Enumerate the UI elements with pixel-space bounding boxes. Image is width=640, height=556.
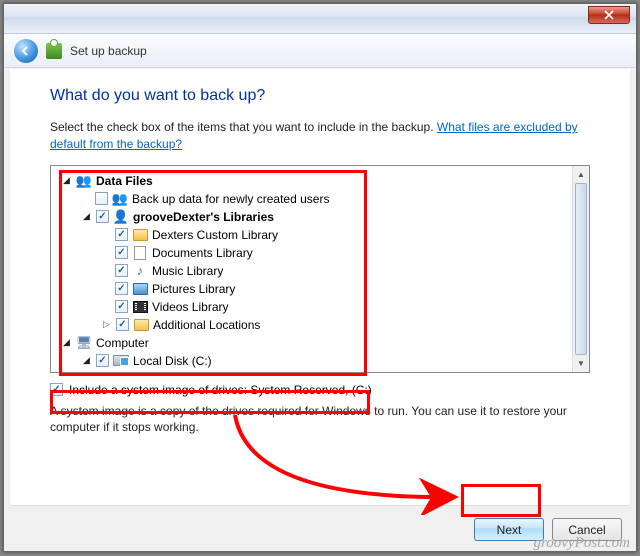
documents-icon	[132, 245, 148, 261]
expander-icon[interactable]: ◢	[81, 355, 92, 366]
description-text: Select the check box of the items that y…	[50, 120, 434, 134]
dialog-window: Set up backup What do you want to back u…	[3, 3, 637, 552]
back-arrow-icon	[20, 45, 32, 57]
user-libraries-icon: 👤	[113, 209, 129, 225]
folder-stack-icon	[133, 317, 149, 333]
header-bar: Set up backup	[4, 34, 636, 68]
checkbox-music-library[interactable]	[115, 264, 128, 277]
pictures-icon	[132, 281, 148, 297]
tree-label: Videos Library	[152, 300, 229, 314]
checkbox-user-libraries[interactable]	[96, 210, 109, 223]
system-image-row: Include a system image of drives: System…	[50, 383, 590, 397]
window-title: Set up backup	[70, 44, 147, 58]
tree-node-computer[interactable]: ◢ 🖥 Computer	[55, 334, 585, 352]
checkbox-additional-locations[interactable]	[116, 318, 129, 331]
checkbox-new-users[interactable]	[95, 192, 108, 205]
tree-scrollbar[interactable]: ▲ ▼	[572, 166, 589, 372]
tree-label: grooveDexter's Libraries	[133, 210, 274, 224]
tree-node-local-disk[interactable]: ◢ Local Disk (C:)	[55, 352, 585, 370]
backup-tree: ◢ 👥 Data Files 👥 Back up data for newly …	[50, 165, 590, 373]
tree-node-additional-locations[interactable]: ▷ Additional Locations	[55, 316, 585, 334]
expander-icon[interactable]: ◢	[61, 175, 72, 186]
tree-label: Computer	[96, 336, 149, 350]
page-heading: What do you want to back up?	[50, 87, 590, 105]
music-icon: ♪	[132, 263, 148, 279]
disk-icon	[113, 353, 129, 369]
tree-node-new-users[interactable]: 👥 Back up data for newly created users	[55, 190, 585, 208]
checkbox-local-disk[interactable]	[96, 354, 109, 367]
videos-icon	[132, 299, 148, 315]
tree-label: Local Disk (C:)	[133, 354, 212, 368]
expander-icon[interactable]: ▷	[101, 319, 112, 330]
content-area: What do you want to back up? Select the …	[10, 69, 630, 505]
tree-label: Pictures Library	[152, 282, 235, 296]
scroll-down-icon[interactable]: ▼	[573, 355, 589, 372]
checkbox-documents-library[interactable]	[115, 246, 128, 259]
tree-node-pictures-library[interactable]: Pictures Library	[55, 280, 585, 298]
page-description: Select the check box of the items that y…	[50, 119, 590, 153]
titlebar	[4, 4, 636, 34]
expander-icon[interactable]: ◢	[81, 211, 92, 222]
watermark: groovyPost.com	[533, 535, 630, 552]
tree-label: Music Library	[152, 264, 223, 278]
tree-node-custom-library[interactable]: Dexters Custom Library	[55, 226, 585, 244]
tree-label: Documents Library	[152, 246, 253, 260]
checkbox-system-image[interactable]	[50, 383, 63, 396]
checkbox-videos-library[interactable]	[115, 300, 128, 313]
tree-node-user-libraries[interactable]: ◢ 👤 grooveDexter's Libraries	[55, 208, 585, 226]
close-icon	[604, 10, 614, 20]
close-button[interactable]	[588, 6, 630, 24]
people-icon: 👥	[76, 173, 92, 189]
tree-node-data-files[interactable]: ◢ 👥 Data Files	[55, 172, 585, 190]
computer-icon: 🖥	[76, 335, 92, 351]
tree-label: Data Files	[96, 174, 153, 188]
backup-wizard-icon	[46, 43, 62, 59]
system-image-description: A system image is a copy of the drives r…	[50, 403, 590, 437]
tree-node-videos-library[interactable]: Videos Library	[55, 298, 585, 316]
tree-node-music-library[interactable]: ♪ Music Library	[55, 262, 585, 280]
scroll-up-icon[interactable]: ▲	[573, 166, 589, 183]
checkbox-custom-library[interactable]	[115, 228, 128, 241]
tree-node-documents-library[interactable]: Documents Library	[55, 244, 585, 262]
checkbox-pictures-library[interactable]	[115, 282, 128, 295]
system-image-label: Include a system image of drives: System…	[69, 383, 372, 397]
tree-label: Back up data for newly created users	[132, 192, 329, 206]
tree-label: Additional Locations	[153, 318, 260, 332]
folder-icon	[132, 227, 148, 243]
expander-icon[interactable]: ◢	[61, 337, 72, 348]
tree-label: Dexters Custom Library	[152, 228, 278, 242]
scroll-thumb[interactable]	[575, 183, 587, 355]
back-button[interactable]	[14, 39, 38, 63]
people-icon: 👥	[112, 191, 128, 207]
